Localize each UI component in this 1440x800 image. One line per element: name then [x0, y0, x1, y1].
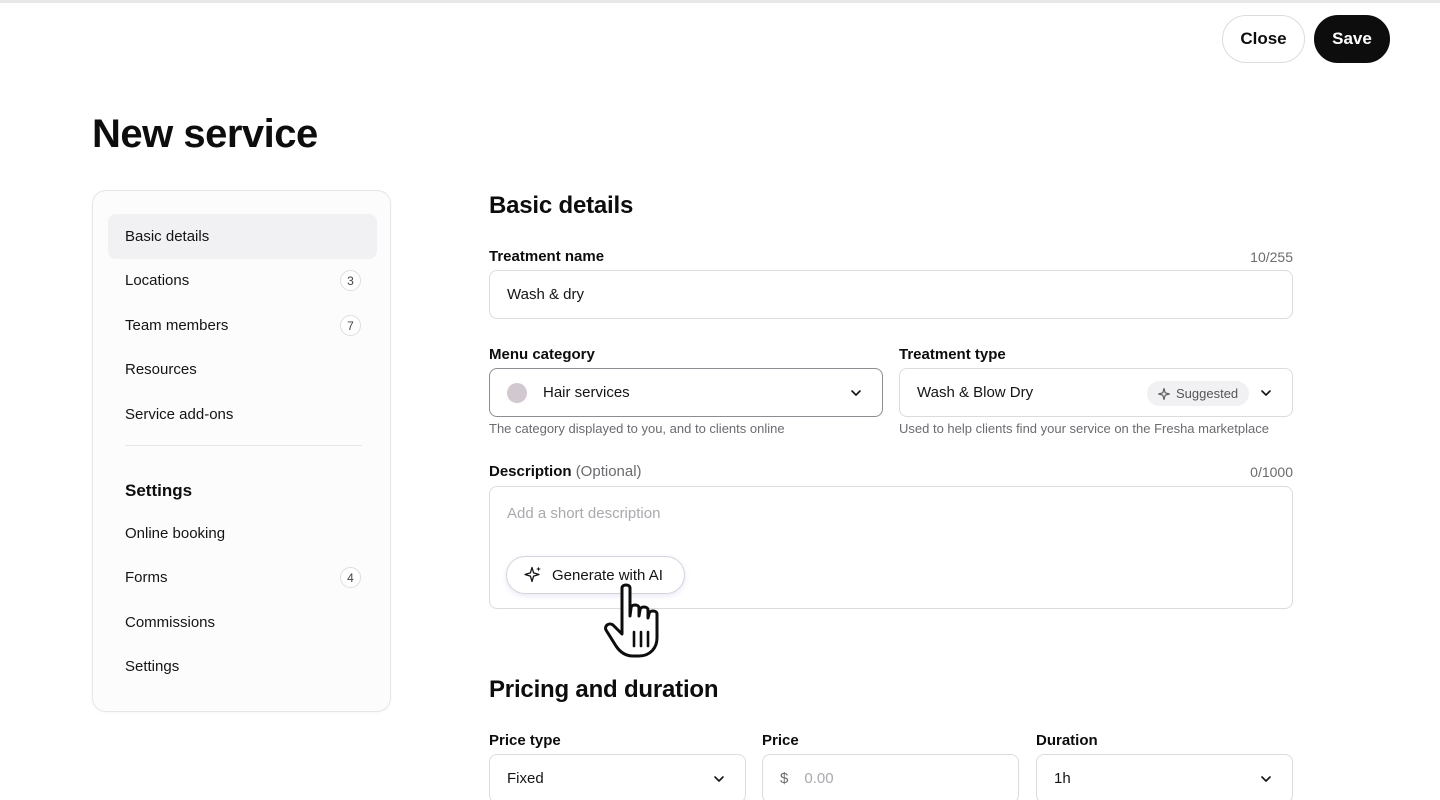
treatment-name-value: Wash & dry: [507, 286, 584, 303]
count-badge: 4: [340, 567, 361, 588]
generate-with-ai-label: Generate with AI: [552, 566, 663, 584]
count-badge: 3: [340, 270, 361, 291]
treatment-name-label: Treatment name: [489, 248, 605, 265]
chevron-down-icon: [851, 390, 861, 396]
sidebar-item-team-members[interactable]: Team members 7: [108, 303, 377, 348]
treatment-type-label: Treatment type: [899, 346, 1006, 363]
suggested-badge: Suggested: [1147, 381, 1250, 406]
sidebar-divider: [125, 445, 362, 446]
chevron-down-icon: [1261, 390, 1271, 396]
sidebar-item-settings[interactable]: Settings: [108, 644, 377, 689]
suggested-label: Suggested: [1176, 386, 1239, 401]
category-color-swatch: [507, 382, 527, 403]
sidebar-item-commissions[interactable]: Commissions: [108, 600, 377, 645]
pricing-duration-title: Pricing and duration: [489, 676, 719, 703]
menu-category-label: Menu category: [489, 346, 595, 363]
treatment-type-value: Wash & Blow Dry: [917, 384, 1034, 401]
sidebar-item-label: Resources: [125, 361, 197, 378]
top-border: [0, 0, 1440, 3]
chevron-down-icon: [714, 776, 724, 782]
sidebar-item-label: Settings: [125, 658, 180, 675]
treatment-name-input[interactable]: Wash & dry: [489, 270, 1293, 319]
treatment-name-counter: 10/255: [1250, 249, 1293, 265]
menu-category-select[interactable]: Hair services: [489, 368, 883, 417]
chevron-down-icon: [1261, 776, 1271, 782]
sidebar-item-online-booking[interactable]: Online booking: [108, 511, 377, 556]
description-label: Description (Optional): [489, 463, 642, 480]
sidebar-item-service-add-ons[interactable]: Service add-ons: [108, 392, 377, 437]
sidebar-item-label: Commissions: [125, 614, 216, 631]
sidebar-item-label: Service add-ons: [125, 406, 234, 423]
sidebar-item-label: Online booking: [125, 525, 226, 542]
price-type-label: Price type: [489, 732, 561, 749]
price-placeholder: 0.00: [804, 770, 834, 787]
sparkle-icon: [524, 566, 541, 583]
count-badge: 7: [340, 315, 361, 336]
duration-label: Duration: [1036, 732, 1098, 749]
close-button[interactable]: Close: [1222, 15, 1305, 63]
duration-value: 1h: [1054, 770, 1071, 787]
price-input[interactable]: $ 0.00: [762, 754, 1019, 800]
sidebar-item-resources[interactable]: Resources: [108, 347, 377, 392]
sidebar-item-locations[interactable]: Locations 3: [108, 258, 377, 303]
menu-category-hint: The category displayed to you, and to cl…: [489, 421, 785, 436]
sidebar-item-forms[interactable]: Forms 4: [108, 555, 377, 600]
sidebar-item-label: Team members: [125, 317, 229, 334]
duration-select[interactable]: 1h: [1036, 754, 1293, 800]
currency-symbol: $: [780, 770, 789, 787]
description-counter: 0/1000: [1250, 464, 1293, 480]
sidebar-item-basic-details[interactable]: Basic details: [108, 214, 377, 259]
save-button[interactable]: Save: [1314, 15, 1390, 63]
optional-tag: (Optional): [575, 463, 642, 480]
sidebar-item-label: Locations: [125, 272, 190, 289]
hand-pointer-cursor-icon: [604, 583, 659, 658]
basic-details-title: Basic details: [489, 192, 634, 219]
sidebar-item-label: Forms: [125, 569, 168, 586]
sidebar-settings-heading: Settings: [125, 481, 193, 500]
description-label-text: Description: [489, 463, 572, 480]
price-type-value: Fixed: [507, 770, 544, 787]
sidebar-item-label: Basic details: [125, 228, 210, 245]
price-type-select[interactable]: Fixed: [489, 754, 746, 800]
menu-category-value: Hair services: [543, 384, 630, 401]
page-title: New service: [92, 112, 318, 156]
price-label: Price: [762, 732, 799, 749]
description-placeholder: Add a short description: [507, 505, 661, 522]
sidebar-nav: Basic details Locations 3 Team members 7…: [92, 190, 391, 712]
treatment-type-hint: Used to help clients find your service o…: [899, 421, 1269, 436]
treatment-type-select[interactable]: Wash & Blow Dry Suggested: [899, 368, 1293, 417]
sparkle-icon: [1157, 387, 1171, 400]
